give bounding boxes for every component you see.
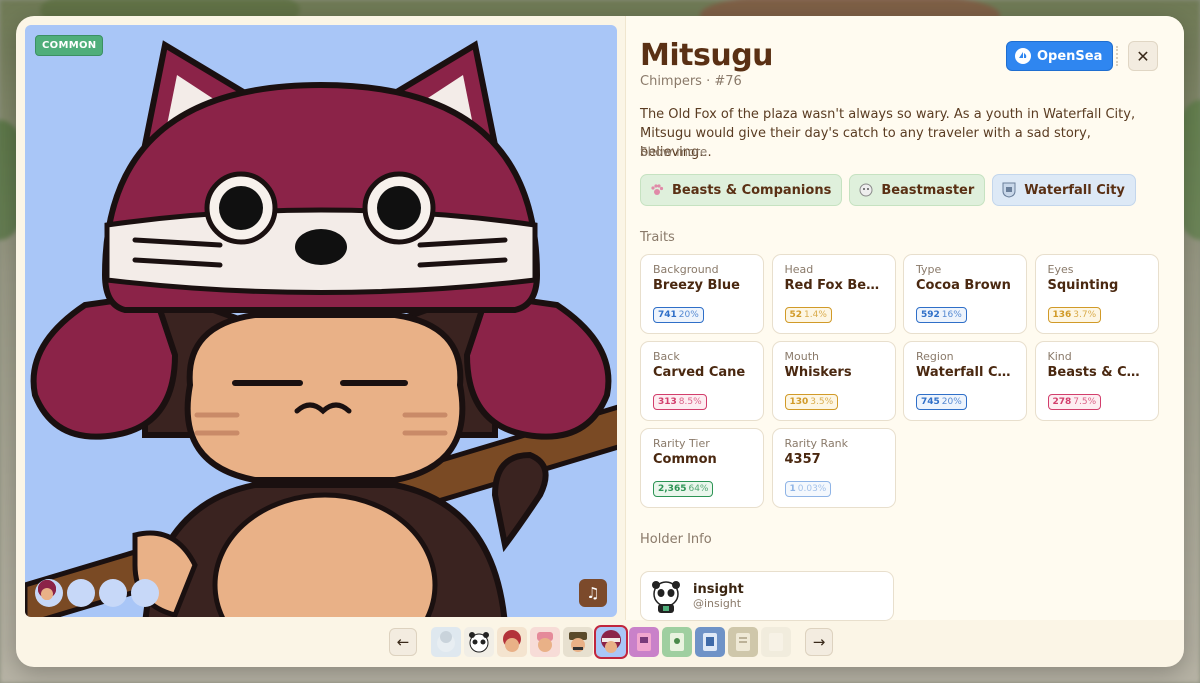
trait-label: Back (653, 350, 680, 363)
show-more-link[interactable]: Show more (640, 145, 707, 159)
holder-card[interactable]: insight @insight (640, 571, 894, 621)
carousel-thumb[interactable] (464, 627, 494, 657)
music-note-icon: ♫ (586, 584, 600, 602)
close-button[interactable]: ✕ (1128, 41, 1158, 71)
carousel-thumb[interactable] (662, 627, 692, 657)
carousel-thumb[interactable] (695, 627, 725, 657)
carousel-thumb[interactable] (761, 627, 791, 657)
carousel-thumb[interactable] (629, 627, 659, 657)
trait-stat: 1 0.03% (784, 481, 832, 497)
trait-stat: 52 1.4% (784, 307, 832, 323)
holder-handle: @insight (693, 597, 742, 610)
carousel-thumb[interactable] (497, 627, 527, 657)
music-toggle-button[interactable]: ♫ (579, 579, 607, 607)
trait-value: Breezy Blue (653, 278, 740, 293)
trait-card[interactable]: Type Cocoa Brown 592 16% (903, 254, 1027, 334)
carousel-thumb[interactable] (728, 627, 758, 657)
shield-icon (1001, 182, 1017, 198)
trait-card[interactable]: Rarity Tier Common 2,365 64% (640, 428, 764, 508)
opensea-button[interactable]: OpenSea (1006, 41, 1114, 71)
carousel-thumb-active[interactable] (594, 625, 628, 659)
paw-icon (649, 182, 665, 198)
arrow-left-icon: ← (396, 633, 410, 651)
nft-title: Mitsugu (640, 38, 774, 73)
trait-card[interactable]: Mouth Whiskers 130 3.5% (771, 341, 896, 421)
next-button[interactable]: → (805, 628, 833, 656)
traits-heading: Traits (640, 230, 675, 245)
trait-value: Cocoa Brown (916, 278, 1011, 293)
collection-carousel: ← → (389, 625, 833, 659)
nft-artwork: COMMON ♫ (25, 25, 617, 617)
trait-stat: 745 20% (916, 394, 967, 410)
tag-beasts-companions[interactable]: Beasts & Companions (640, 174, 843, 206)
carousel-thumb[interactable] (563, 627, 593, 657)
tag-label: Beasts & Companions (672, 182, 832, 198)
trait-value: Beasts & Co... (1047, 365, 1146, 380)
tag-beastmaster[interactable]: Beastmaster (849, 174, 986, 206)
trait-stat: 130 3.5% (784, 394, 839, 410)
carousel-thumb[interactable] (530, 627, 560, 657)
trait-stat: 592 16% (916, 307, 967, 323)
tag-list: Beasts & Companions Beastmaster Waterfal… (640, 174, 1136, 206)
variant-thumb[interactable] (38, 579, 159, 607)
trait-value: Common (653, 452, 717, 467)
prev-button[interactable]: ← (389, 628, 417, 656)
trait-stat: 2,365 64% (653, 481, 714, 497)
traits-grid: Background Breezy Blue 741 20% Head Red F… (640, 254, 1159, 508)
trait-value: Waterfall City (916, 365, 1014, 380)
holder-avatar (652, 581, 680, 613)
opensea-label: OpenSea (1037, 48, 1103, 64)
arrow-right-icon: → (812, 633, 826, 651)
trait-value: Whiskers (784, 365, 852, 380)
tag-waterfall-city[interactable]: Waterfall City (992, 174, 1136, 206)
trait-stat: 136 3.7% (1047, 307, 1102, 323)
variant-thumb[interactable] (38, 579, 95, 607)
trait-value: Carved Cane (653, 365, 746, 380)
trait-card[interactable]: Back Carved Cane 313 8.5% (640, 341, 764, 421)
trait-value: Squinting (1047, 278, 1119, 293)
trait-stat: 313 8.5% (653, 394, 707, 410)
trait-card[interactable]: Kind Beasts & Co... 278 7.5% (1034, 341, 1159, 421)
trait-label: Background (653, 263, 719, 276)
trait-label: Rarity Tier (653, 437, 710, 450)
trait-value: 4357 (784, 452, 821, 467)
variant-switcher (35, 579, 159, 607)
trait-value: Red Fox Bea... (784, 278, 883, 293)
trait-label: Eyes (1047, 263, 1074, 276)
divider (1116, 46, 1118, 66)
trait-card[interactable]: Region Waterfall City 745 20% (903, 341, 1027, 421)
tag-label: Waterfall City (1024, 182, 1125, 198)
holder-info-heading: Holder Info (640, 532, 712, 547)
trait-label: Head (784, 263, 814, 276)
trait-card[interactable]: Eyes Squinting 136 3.7% (1034, 254, 1159, 334)
chimper-illustration (25, 40, 617, 617)
trait-label: Region (916, 350, 954, 363)
nft-description: The Old Fox of the plaza wasn't always s… (640, 107, 1136, 160)
close-icon: ✕ (1136, 46, 1150, 66)
trait-label: Kind (1047, 350, 1072, 363)
nft-detail-modal: COMMON ♫ Mitsugu Chimpers · #76 OpenSea … (16, 16, 1184, 667)
rarity-badge: COMMON (35, 35, 104, 56)
variant-thumb[interactable] (38, 579, 127, 607)
trait-card[interactable]: Head Red Fox Bea... 52 1.4% (771, 254, 896, 334)
carousel-thumb[interactable] (431, 627, 461, 657)
trait-stat: 741 20% (653, 307, 704, 323)
trait-label: Mouth (784, 350, 819, 363)
trait-card[interactable]: Background Breezy Blue 741 20% (640, 254, 764, 334)
nft-subtitle: Chimpers · #76 (640, 74, 742, 89)
trait-label: Rarity Rank (784, 437, 849, 450)
holder-name: insight (693, 582, 744, 597)
opensea-icon (1015, 48, 1031, 64)
beast-icon (858, 182, 874, 198)
details-panel: Mitsugu Chimpers · #76 OpenSea ✕ The Old… (625, 16, 1184, 621)
tag-label: Beastmaster (881, 182, 975, 198)
trait-label: Type (916, 263, 942, 276)
trait-stat: 278 7.5% (1047, 394, 1102, 410)
trait-card[interactable]: Rarity Rank 4357 1 0.03% (771, 428, 896, 508)
